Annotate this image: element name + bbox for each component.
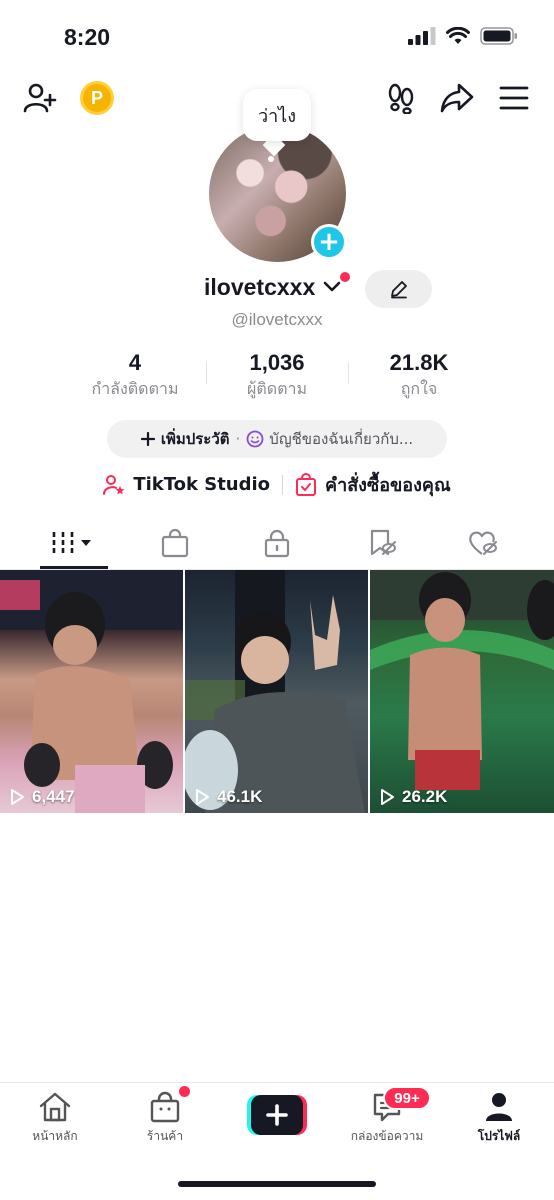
content-tabs (0, 518, 554, 570)
status-time: 8:20 (64, 24, 111, 50)
stat-followers[interactable]: 1,036 ผู้ติดตาม (207, 350, 347, 402)
create-video-button[interactable] (247, 1095, 307, 1135)
video-thumbnail[interactable]: 6,447 (0, 570, 183, 813)
cellular-signal-icon (408, 27, 436, 45)
footprints-icon[interactable] (383, 80, 419, 116)
bio-add-label: เพิ่มประวัติ (160, 430, 230, 448)
tab-private[interactable] (222, 518, 332, 568)
grid-icon (52, 532, 91, 554)
play-icon (196, 789, 209, 805)
person-plus-icon[interactable] (22, 80, 58, 116)
thumbnail-image (0, 570, 183, 813)
studio-divider (282, 474, 284, 495)
video-views-count: 6,447 (32, 787, 75, 806)
video-thumbnail[interactable]: 46.1K (185, 570, 368, 813)
tiktok-studio-link[interactable]: TikTok Studio (103, 474, 270, 496)
video-views: 26.2K (378, 787, 447, 807)
wifi-icon (446, 27, 470, 44)
user-handle: @ilovetcxxx (231, 310, 323, 329)
nav-home[interactable]: หน้าหลัก (0, 1091, 110, 1146)
smiley-icon (246, 430, 264, 448)
orders-label: คำสั่งซื้อของคุณ (325, 475, 451, 496)
video-thumbnail[interactable]: 26.2K (370, 570, 554, 813)
thumbnail-image (185, 570, 365, 813)
status-icons (408, 27, 518, 45)
lock-icon (264, 529, 290, 558)
shopping-bag-check-icon (296, 472, 317, 496)
add-bio-button[interactable]: เพิ่มประวัติ · บัญชีของฉันเกี่ยวกับ... (107, 420, 447, 458)
tab-videos[interactable] (20, 518, 130, 568)
battery-icon (480, 27, 517, 45)
status-bar: 8:20 (0, 0, 554, 70)
video-views-count: 46.1K (217, 787, 263, 806)
stat-likes-label: ถูกใจ (400, 379, 438, 398)
coin-icon[interactable]: P (80, 81, 114, 115)
video-views: 6,447 (8, 787, 75, 807)
shop-notification-dot (179, 1086, 190, 1097)
stat-following-label: กำลังติดตาม (91, 379, 179, 398)
heart-hidden-icon (469, 531, 497, 555)
plus-icon (140, 432, 155, 446)
nav-shop[interactable]: ร้านค้า (110, 1091, 220, 1146)
note-bubble[interactable]: ว่าไง (243, 89, 311, 141)
person-star-icon (103, 474, 125, 495)
home-icon (39, 1092, 71, 1122)
share-arrow-icon[interactable] (439, 80, 475, 116)
shop-bag-icon (150, 1091, 180, 1123)
tiktok-studio-label: TikTok Studio (133, 474, 271, 495)
inbox-badge: 99+ (383, 1086, 431, 1110)
stat-followers-value: 1,036 (249, 350, 305, 375)
stat-likes-value: 21.8K (389, 350, 449, 375)
nav-inbox-label: กล่องข้อความ (350, 1129, 424, 1143)
notification-dot (340, 272, 350, 282)
stat-likes[interactable]: 21.8K ถูกใจ (349, 350, 489, 402)
nav-profile[interactable]: โปรไฟล์ (444, 1091, 554, 1146)
bio-add: เพิ่มประวัติ (140, 427, 230, 451)
tab-saved[interactable] (327, 518, 437, 568)
stat-followers-label: ผู้ติดตาม (246, 379, 308, 398)
video-views: 46.1K (193, 787, 262, 807)
studio-row: TikTok Studio คำสั่งซื้อของคุณ (0, 470, 554, 499)
video-views-count: 26.2K (402, 787, 448, 806)
tab-shop[interactable] (120, 518, 230, 568)
add-avatar-plus-icon[interactable]: + (311, 224, 347, 260)
active-tab-indicator (40, 566, 108, 569)
nav-profile-label: โปรไฟล์ (477, 1129, 521, 1143)
profile-person-icon (486, 1093, 512, 1121)
home-indicator (178, 1181, 376, 1187)
bookmark-hidden-icon (370, 529, 396, 556)
note-bubble-dot (268, 156, 274, 162)
play-icon (381, 789, 394, 805)
bio-suggestion-text: บัญชีของฉันเกี่ยวกับ... (269, 430, 414, 448)
hamburger-menu-icon[interactable] (496, 80, 532, 116)
nav-shop-label: ร้านค้า (146, 1129, 184, 1143)
stat-following[interactable]: 4 กำลังติดตาม (65, 350, 205, 402)
stat-following-value: 4 (128, 350, 142, 375)
edit-profile-button[interactable] (365, 270, 432, 308)
play-icon (11, 789, 24, 805)
bio-separator: · (235, 430, 241, 448)
nav-home-label: หน้าหลัก (32, 1129, 78, 1143)
username[interactable]: ilovetcxxx (204, 274, 315, 301)
shopping-bag-icon (161, 528, 189, 558)
video-grid: 6,447 46.1K 26.2K (0, 570, 554, 813)
bio-suggestion: บัญชีของฉันเกี่ยวกับ... (246, 427, 413, 451)
orders-link[interactable]: คำสั่งซื้อของคุณ (295, 470, 451, 499)
tab-liked[interactable] (428, 518, 538, 568)
thumbnail-image (370, 570, 554, 790)
chevron-down-icon[interactable] (323, 280, 341, 294)
pencil-icon (390, 281, 407, 299)
